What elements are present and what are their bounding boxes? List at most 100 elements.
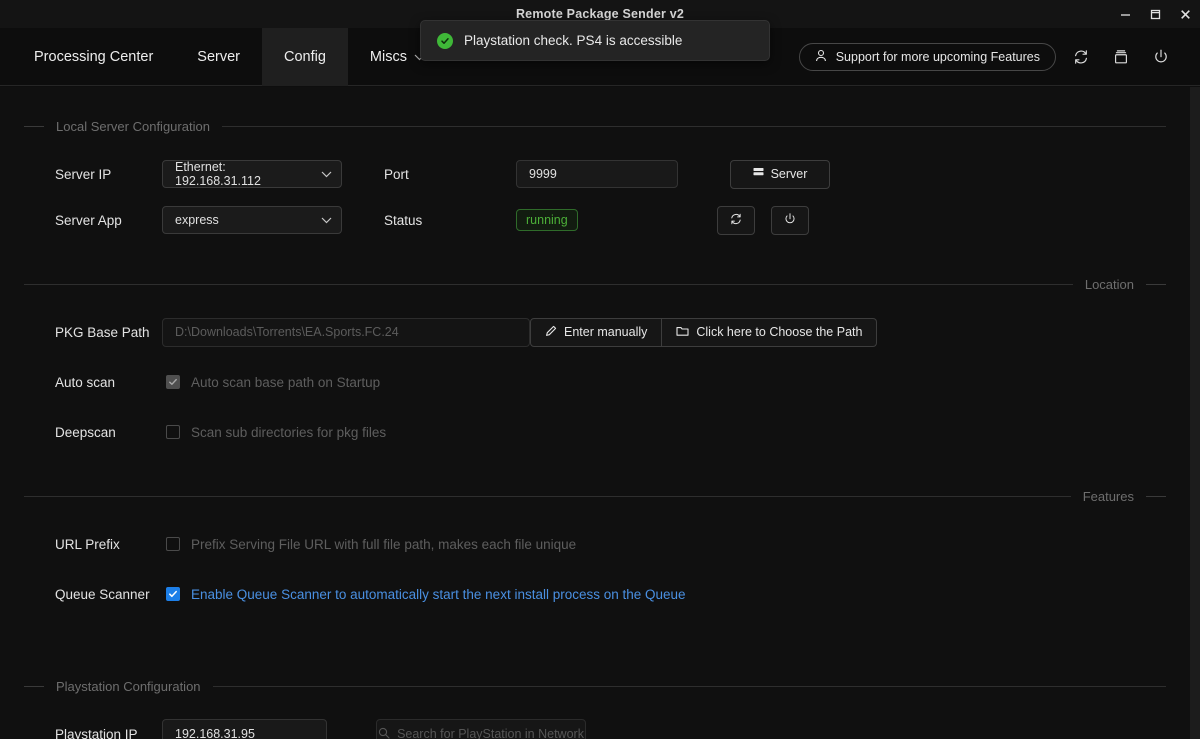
tab-list: Processing Center Server Config Miscs [12, 28, 447, 86]
divider-rule [24, 283, 1073, 285]
stop-server-button[interactable] [770, 205, 809, 235]
server-ip-label: Server IP [55, 166, 112, 182]
url-prefix-label: URL Prefix [55, 536, 120, 552]
playstation-ip-label: Playstation IP [55, 726, 138, 739]
checkbox-box [166, 587, 180, 601]
queue-scanner-checkbox-label: Enable Queue Scanner to automatically st… [191, 586, 686, 602]
playstation-ip-input[interactable]: 192.168.31.95 [162, 719, 327, 739]
divider-stub [1146, 495, 1166, 497]
refresh-icon[interactable] [1066, 42, 1096, 72]
server-app-value: express [175, 213, 219, 227]
search-playstation-button[interactable]: Search for PlayStation in Network [376, 719, 586, 739]
deepscan-checkbox-label: Scan sub directories for pkg files [191, 424, 387, 440]
application-window: Remote Package Sender v2 Processing Cent… [0, 0, 1200, 739]
support-button-label: Support for more upcoming Features [835, 49, 1040, 64]
section-header-local-server: Local Server Configuration [24, 115, 1166, 137]
section-title: Playstation Configuration [56, 678, 201, 694]
user-icon [815, 49, 827, 65]
search-playstation-label: Search for PlayStation in Network [397, 727, 584, 739]
chevron-down-icon [321, 167, 332, 181]
row-deepscan: Deepscan Scan sub directories for pkg fi… [24, 415, 1166, 449]
support-button[interactable]: Support for more upcoming Features [798, 42, 1056, 71]
tab-label: Miscs [369, 49, 407, 65]
tab-label: Config [284, 49, 326, 65]
port-label: Port [384, 166, 409, 182]
row-url-prefix: URL Prefix Prefix Serving File URL with … [24, 527, 1166, 561]
server-ip-value: Ethernet: 192.168.31.112 [175, 160, 261, 188]
notification-message: Playstation check. PS4 is accessible [464, 33, 683, 48]
header-actions: Support for more upcoming Features [798, 28, 1200, 85]
checkbox-box [166, 425, 180, 439]
auto-scan-checkbox-label: Auto scan base path on Startup [191, 374, 381, 390]
row-auto-scan: Auto scan Auto scan base path on Startup [24, 365, 1166, 399]
queue-scanner-checkbox[interactable]: Enable Queue Scanner to automatically st… [162, 587, 686, 602]
auto-scan-checkbox[interactable]: Auto scan base path on Startup [162, 375, 380, 390]
power-icon[interactable] [1146, 42, 1176, 72]
deepscan-checkbox[interactable]: Scan sub directories for pkg files [162, 425, 386, 440]
checkbox-box [166, 537, 180, 551]
status-label: Status [384, 212, 423, 228]
notification-toast[interactable]: Playstation check. PS4 is accessible [420, 20, 770, 61]
playstation-ip-value: 192.168.31.95 [175, 727, 255, 739]
row-playstation-ip: Playstation IP 192.168.31.95 Search for … [24, 717, 1166, 739]
pkg-base-path-value: D:\Downloads\Torrents\EA.Sports.FC.24 [175, 325, 399, 339]
divider-rule [221, 125, 1166, 127]
maximize-icon[interactable] [1140, 0, 1170, 28]
power-icon [783, 212, 797, 229]
pencil-icon [545, 325, 557, 340]
chevron-down-icon [321, 213, 332, 227]
row-queue-scanner: Queue Scanner Enable Queue Scanner to au… [24, 577, 1166, 611]
config-panel: Local Server Configuration Server IP Eth… [0, 87, 1190, 739]
tab-config[interactable]: Config [262, 28, 348, 86]
refresh-icon [729, 212, 743, 229]
row-pkg-base-path: PKG Base Path D:\Downloads\Torrents\EA.S… [24, 315, 1166, 349]
url-prefix-checkbox[interactable]: Prefix Serving File URL with full file p… [162, 537, 576, 552]
section-header-playstation: Playstation Configuration [24, 675, 1166, 697]
tab-processing-center[interactable]: Processing Center [12, 28, 175, 86]
server-button[interactable]: Server [730, 159, 830, 189]
tab-label: Server [197, 49, 240, 65]
check-circle-icon [437, 32, 453, 49]
choose-path-button[interactable]: Click here to Choose the Path [662, 317, 878, 347]
checkbox-box [166, 375, 180, 389]
section-header-features: Features [24, 485, 1166, 507]
divider-stub [24, 685, 44, 687]
deepscan-label: Deepscan [55, 424, 116, 440]
section-title: Location [1084, 276, 1134, 292]
server-app-select[interactable]: express [162, 206, 342, 234]
enter-manually-button[interactable]: Enter manually [530, 317, 663, 347]
choose-path-label: Click here to Choose the Path [696, 325, 863, 339]
row-server-ip: Server IP Ethernet: 192.168.31.112 Port … [24, 157, 1166, 191]
vertical-scrollbar[interactable] [1190, 87, 1200, 739]
port-value: 9999 [529, 167, 557, 181]
row-server-app: Server App express Status running [24, 203, 1166, 237]
divider-rule [212, 685, 1166, 687]
pkg-base-path-input[interactable]: D:\Downloads\Torrents\EA.Sports.FC.24 [162, 317, 530, 347]
url-prefix-checkbox-label: Prefix Serving File URL with full file p… [191, 536, 577, 552]
archive-icon[interactable] [1106, 42, 1136, 72]
section-header-location: Location [24, 273, 1166, 295]
queue-scanner-label: Queue Scanner [55, 586, 150, 602]
server-app-label: Server App [55, 212, 122, 228]
status-badge: running [516, 209, 578, 231]
search-icon [378, 727, 390, 739]
minimize-icon[interactable] [1110, 0, 1140, 28]
divider-stub [1146, 283, 1166, 285]
window-controls [1110, 0, 1200, 28]
auto-scan-label: Auto scan [55, 374, 116, 390]
restart-server-button[interactable] [716, 205, 755, 235]
divider-stub [24, 125, 44, 127]
server-button-label: Server [770, 167, 808, 181]
section-title: Features [1082, 488, 1134, 504]
folder-icon [676, 325, 689, 340]
tab-server[interactable]: Server [175, 28, 262, 86]
server-icon [753, 167, 764, 181]
close-icon[interactable] [1170, 0, 1200, 28]
tab-label: Processing Center [34, 49, 154, 65]
path-button-group: Enter manually Click here to Choose the … [530, 317, 878, 347]
pkg-base-path-label: PKG Base Path [55, 324, 150, 340]
port-input[interactable]: 9999 [516, 160, 678, 188]
server-ip-select[interactable]: Ethernet: 192.168.31.112 [162, 160, 342, 188]
enter-manually-label: Enter manually [564, 325, 648, 339]
section-title: Local Server Configuration [56, 118, 210, 134]
